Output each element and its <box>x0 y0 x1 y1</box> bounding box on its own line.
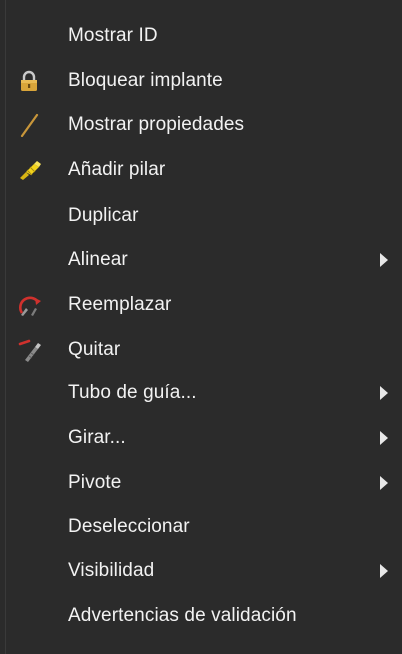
menu-item-pivote[interactable]: Pivote <box>6 465 398 501</box>
submenu-arrow-icon <box>380 476 388 490</box>
menu-item-label: Quitar <box>68 339 121 360</box>
menu-item-label: Girar... <box>68 427 126 448</box>
submenu-arrow-icon <box>380 431 388 445</box>
menu-item-label: Tubo de guía... <box>68 382 197 403</box>
lock-icon <box>17 69 41 93</box>
menu-item-anadir-pilar[interactable]: Añadir pilar <box>6 152 398 188</box>
menu-item-quitar[interactable]: Quitar <box>6 332 398 368</box>
menu-item-label: Añadir pilar <box>68 159 166 180</box>
menu-item-label: Mostrar propiedades <box>68 114 245 135</box>
menu-item-label: Reemplazar <box>68 294 172 315</box>
context-menu: Mostrar ID Bloquear implante Mostrar pro… <box>5 0 402 654</box>
remove-implant-icon <box>17 338 41 362</box>
menu-item-label: Pivote <box>68 472 122 493</box>
replace-arrows-icon <box>17 293 41 317</box>
menu-item-tubo-de-guia[interactable]: Tubo de guía... <box>6 375 398 411</box>
menu-item-visibilidad[interactable]: Visibilidad <box>6 553 398 589</box>
pencil-line-icon <box>17 113 41 138</box>
abutment-icon <box>17 158 41 182</box>
menu-item-label: Bloquear implante <box>68 70 223 91</box>
submenu-arrow-icon <box>380 564 388 578</box>
menu-item-mostrar-propiedades[interactable]: Mostrar propiedades <box>6 107 398 143</box>
menu-item-label: Visibilidad <box>68 560 155 581</box>
menu-item-label: Advertencias de validación <box>68 605 297 626</box>
menu-item-deseleccionar[interactable]: Deseleccionar <box>6 509 398 545</box>
submenu-arrow-icon <box>380 253 388 267</box>
menu-item-label: Mostrar ID <box>68 25 158 46</box>
menu-item-mostrar-id[interactable]: Mostrar ID <box>6 18 398 54</box>
menu-item-label: Deseleccionar <box>68 516 190 537</box>
menu-item-alinear[interactable]: Alinear <box>6 242 398 278</box>
menu-item-duplicar[interactable]: Duplicar <box>6 198 398 234</box>
menu-item-reemplazar[interactable]: Reemplazar <box>6 287 398 323</box>
menu-item-advertencias-de-validacion[interactable]: Advertencias de validación <box>6 598 398 634</box>
menu-item-label: Alinear <box>68 249 128 270</box>
menu-item-label: Duplicar <box>68 205 139 226</box>
submenu-arrow-icon <box>380 386 388 400</box>
menu-item-bloquear-implante[interactable]: Bloquear implante <box>6 63 398 99</box>
menu-item-girar[interactable]: Girar... <box>6 420 398 456</box>
